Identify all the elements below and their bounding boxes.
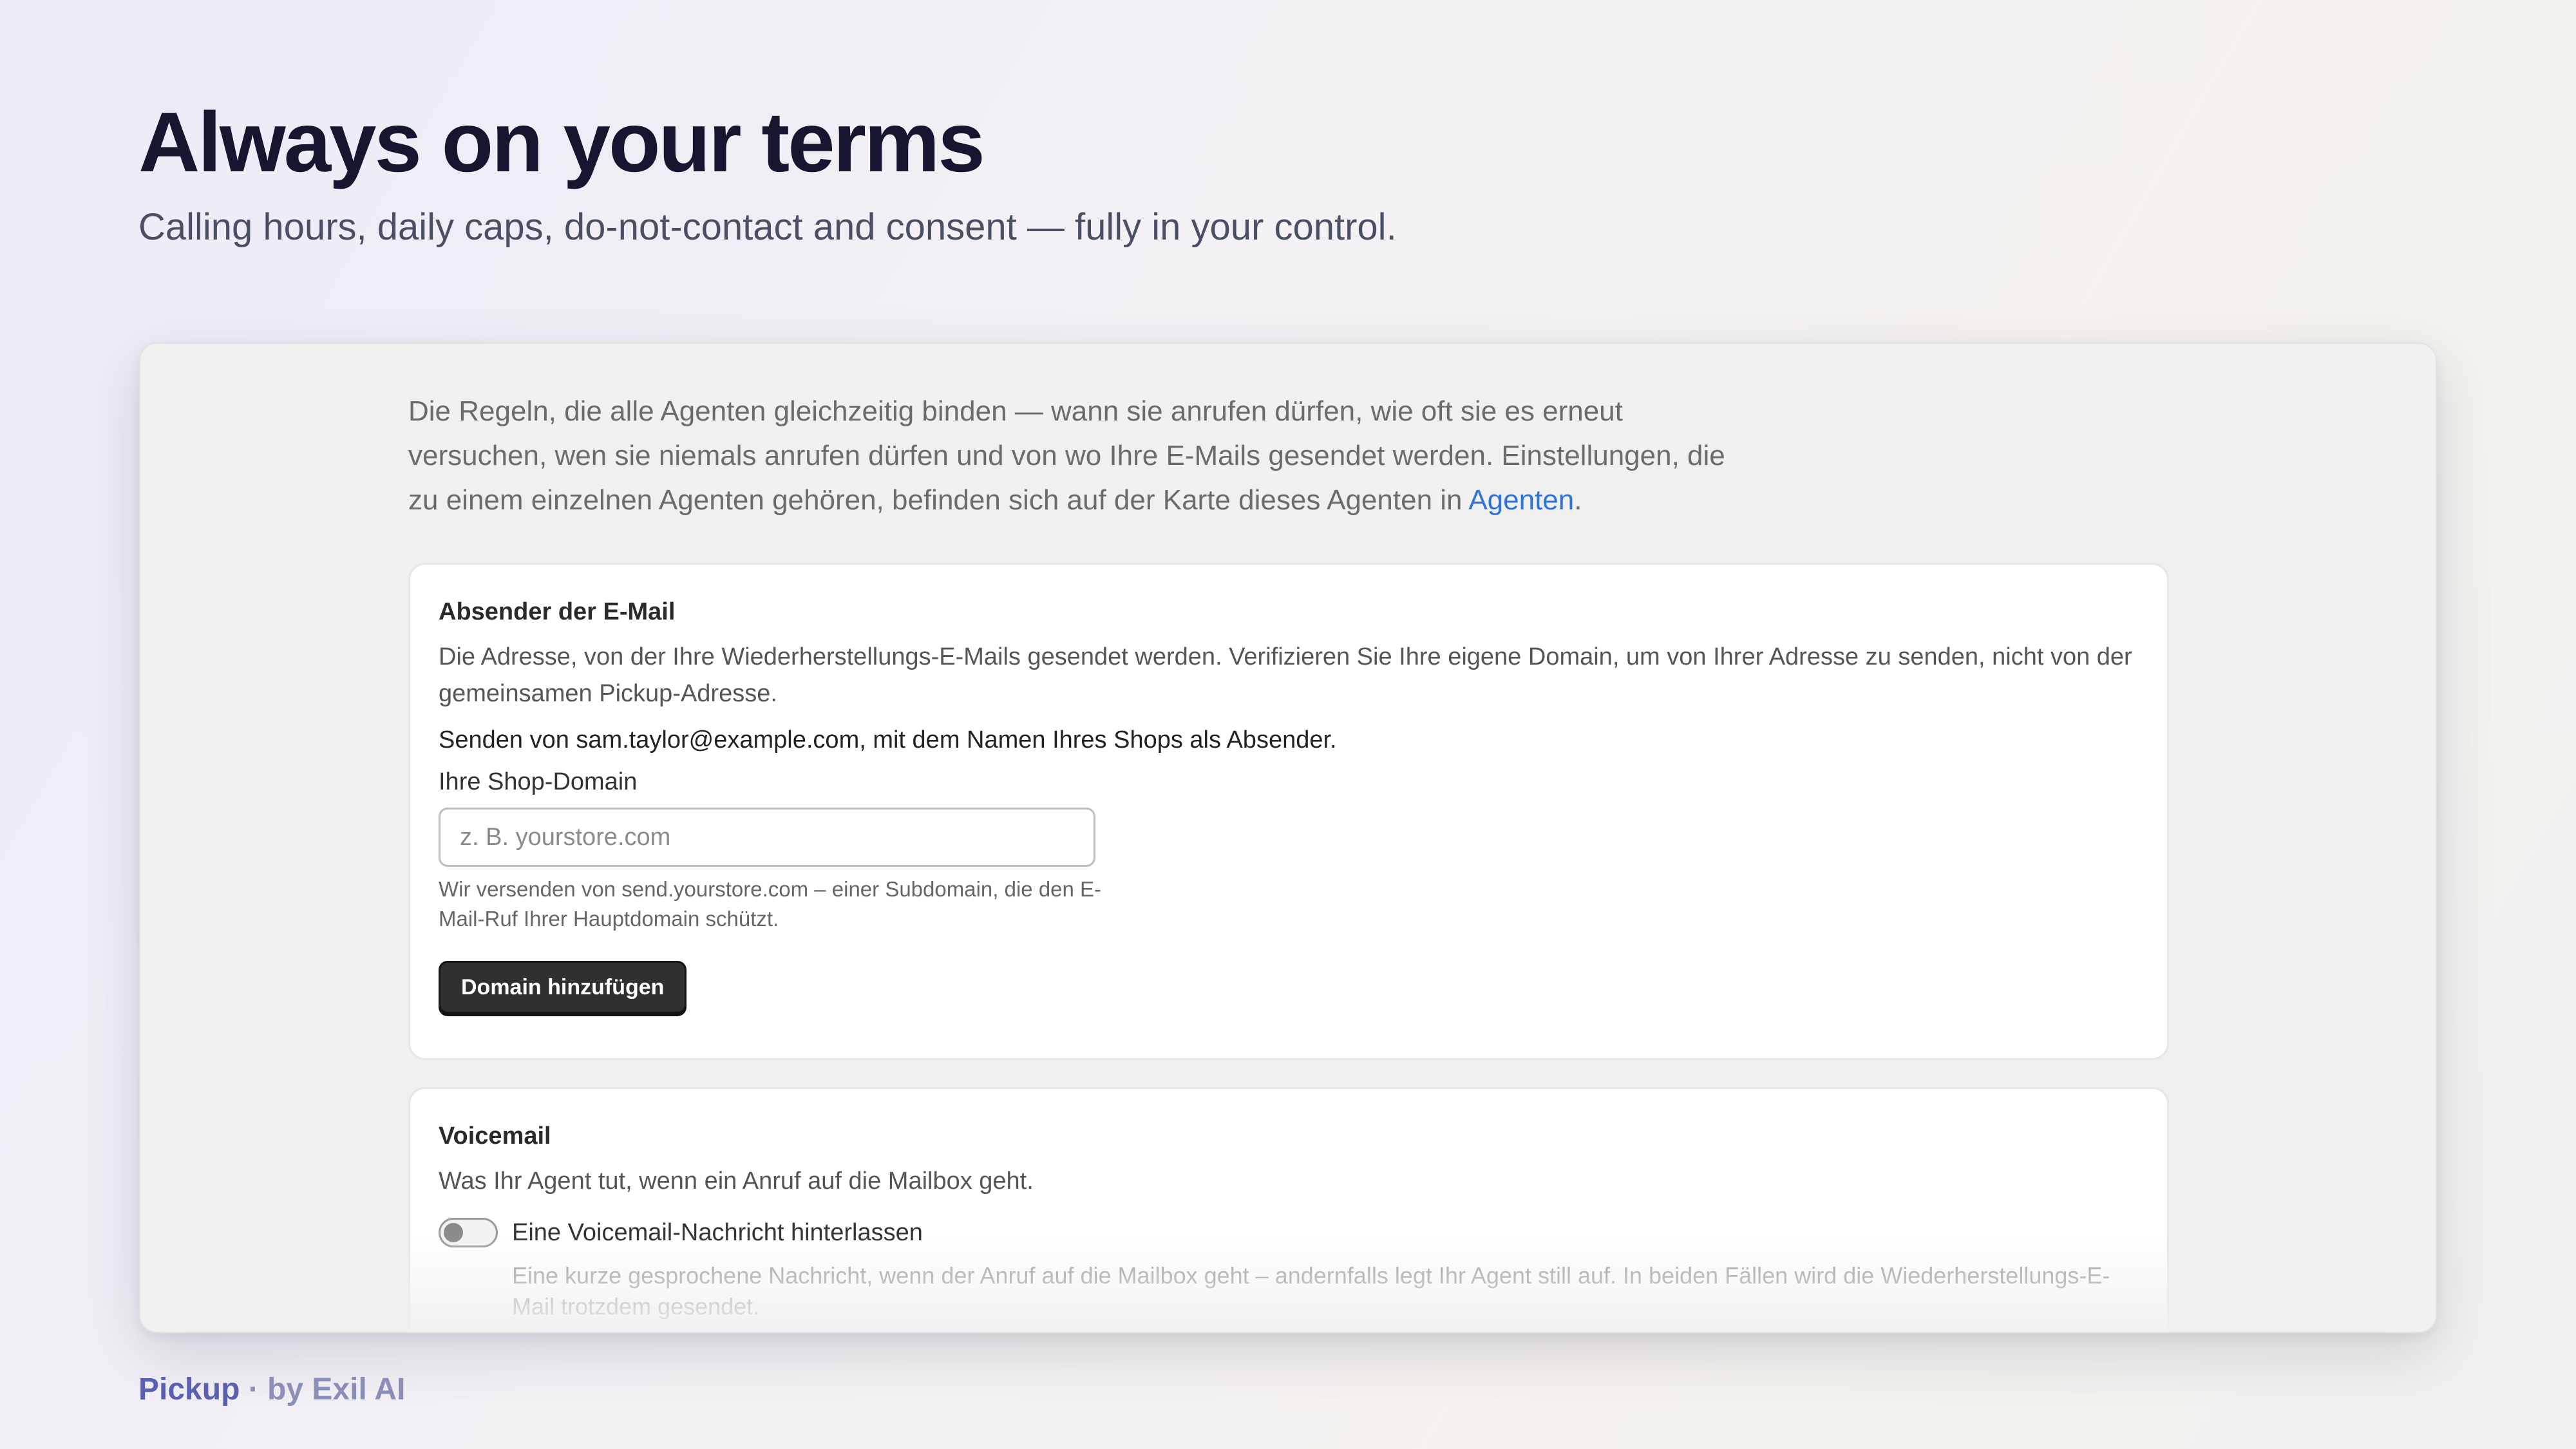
voicemail-toggle-help: Eine kurze gesprochene Nachricht, wenn d… (512, 1262, 2110, 1320)
agents-link[interactable]: Agenten (1468, 484, 1574, 516)
voicemail-toggle-row: Eine Voicemail-Nachricht hinterlassen (439, 1218, 2139, 1247)
email-sender-description: Die Adresse, von der Ihre Wiederherstell… (439, 643, 2132, 707)
intro-suffix: . (1574, 484, 1582, 516)
voicemail-toggle[interactable] (439, 1218, 498, 1247)
voicemail-title: Voicemail (439, 1122, 551, 1150)
settings-intro: Die Regeln, die alle Agenten gleichzeiti… (408, 389, 1761, 522)
hero-title: Always on your terms (138, 95, 985, 189)
voicemail-description: Was Ihr Agent tut, wenn ein Anruf auf di… (439, 1168, 1034, 1195)
footer-credit: Pickup · by Exil AI (138, 1372, 405, 1407)
sender-address-line: Senden von sam.taylor@example.com, mit d… (439, 726, 1337, 753)
shop-domain-helper: Wir versenden von send.yourstore.com – e… (439, 877, 1102, 931)
hero-subtitle: Calling hours, daily caps, do-not-contac… (138, 206, 1397, 248)
email-sender-title: Absender der E-Mail (439, 598, 676, 625)
add-domain-button[interactable]: Domain hinzufügen (439, 961, 687, 1014)
settings-screenshot-frame: Die Regeln, die alle Agenten gleichzeiti… (139, 343, 2437, 1333)
footer-tagline: · by Exil AI (240, 1372, 406, 1406)
shop-domain-label: Ihre Shop-Domain (439, 768, 638, 795)
voicemail-card: Voicemail Was Ihr Agent tut, wenn ein An… (408, 1087, 2169, 1332)
shop-domain-input[interactable] (439, 808, 1095, 867)
toggle-knob (444, 1223, 463, 1242)
email-sender-card: Absender der E-Mail Die Adresse, von der… (408, 563, 2169, 1060)
footer-brand: Pickup (138, 1372, 240, 1406)
voicemail-toggle-label: Eine Voicemail-Nachricht hinterlassen (512, 1218, 923, 1246)
